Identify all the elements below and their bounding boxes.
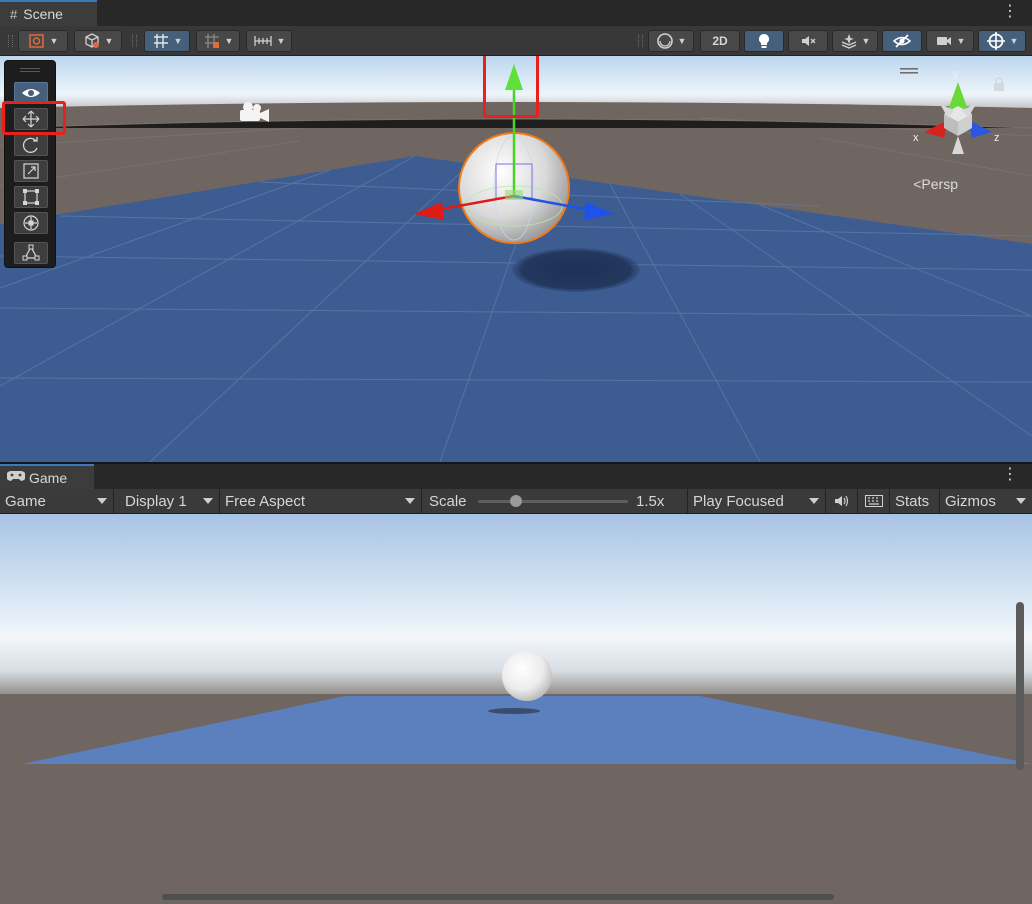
- shading-sphere-icon: [656, 33, 673, 49]
- camera-dropdown[interactable]: ▼: [926, 30, 974, 52]
- scale-tool[interactable]: [14, 160, 48, 182]
- rect-transform-icon: [23, 189, 39, 205]
- rotate-tool[interactable]: [14, 134, 48, 156]
- effects-dropdown[interactable]: ▼: [832, 30, 878, 52]
- game-toolbar: Game Display 1 Free Aspect Scale 1.5x Pl…: [0, 489, 1032, 514]
- toolbar-grip: [132, 35, 137, 47]
- rotate-icon: [22, 137, 38, 153]
- gizmo-y-label: y: [953, 68, 959, 80]
- game-view-select[interactable]: Game: [0, 489, 114, 513]
- chevron-down-icon: [97, 498, 107, 504]
- gizmos-label: Gizmos: [945, 492, 996, 510]
- transform-icon: [23, 215, 39, 231]
- effects-icon: [841, 34, 856, 49]
- mode-2d-button[interactable]: 2D: [700, 30, 740, 52]
- game-view-select-value: Game: [5, 492, 46, 510]
- scale-control: Scale 1.5x: [424, 489, 688, 513]
- gizmos-toggle[interactable]: Gizmos: [940, 489, 1032, 513]
- aspect-select[interactable]: Free Aspect: [220, 489, 422, 513]
- keyboard-icon: [864, 495, 883, 507]
- gamepad-icon: [6, 470, 26, 485]
- scene-more-menu-icon[interactable]: ⋮: [1002, 4, 1018, 20]
- toolbar-grip: [8, 35, 13, 47]
- custom-tool-icon: [22, 244, 40, 261]
- audio-toggle[interactable]: [788, 30, 828, 52]
- toolbar-grip: [638, 35, 643, 47]
- tab-scene[interactable]: # Scene: [0, 0, 97, 26]
- ruler-dropdown[interactable]: ▼: [246, 30, 292, 52]
- object-mode-dropdown[interactable]: ▼: [74, 30, 122, 52]
- eye-icon: [22, 89, 40, 97]
- sphere-shadow: [512, 248, 640, 292]
- chevron-down-icon: [1016, 498, 1026, 504]
- scene-toolbar: ▼ ▼ ▼ ▼ ▼ ▼ 2D ▼ ▼ ▼: [0, 26, 1032, 56]
- object-icon: [84, 33, 99, 48]
- move-tool-highlight: [2, 101, 66, 135]
- hash-icon: #: [10, 6, 18, 22]
- game-tab-bar: Game ⋮: [0, 464, 1032, 489]
- play-mode-select-value: Play Focused: [693, 492, 784, 510]
- tool-palette: [4, 60, 56, 268]
- lighting-toggle[interactable]: [744, 30, 784, 52]
- gizmo-icon: [986, 32, 1005, 50]
- scene-visibility-toggle[interactable]: [882, 30, 922, 52]
- chevron-down-icon: [809, 498, 819, 504]
- scene-tab-bar: # Scene ⋮: [0, 0, 1032, 26]
- y-axis-highlight: [483, 56, 539, 118]
- scale-slider-thumb[interactable]: [509, 495, 522, 507]
- scene-viewport[interactable]: y x z <Persp: [0, 56, 1032, 462]
- increment-snap-icon: [204, 34, 219, 48]
- mute-audio-toggle[interactable]: [826, 489, 858, 513]
- grid-snap-icon: [153, 34, 168, 48]
- tab-game-label: Game: [29, 469, 68, 486]
- projection-toggle[interactable]: <Persp: [913, 176, 958, 192]
- chevron-down-icon: [203, 498, 213, 504]
- speaker-icon: [834, 495, 848, 507]
- draw-mode-dropdown[interactable]: ▼: [18, 30, 68, 52]
- game-sphere: [502, 651, 552, 701]
- scale-icon: [23, 163, 39, 179]
- grid-snap-toggle[interactable]: ▼: [144, 30, 190, 52]
- tab-scene-label: Scene: [23, 6, 63, 22]
- increment-snap-dropdown[interactable]: ▼: [196, 30, 240, 52]
- display-select-value: Display 1: [125, 492, 187, 510]
- transform-tool[interactable]: [14, 212, 48, 234]
- chevron-down-icon: [405, 498, 415, 504]
- shading-mode-dropdown[interactable]: ▼: [648, 30, 694, 52]
- game-render: [0, 514, 1032, 904]
- scale-label: Scale: [429, 492, 467, 510]
- palette-grip: [20, 68, 40, 69]
- camera-icon: [936, 37, 951, 45]
- stats-label: Stats: [895, 492, 930, 510]
- draw-mode-icon: [28, 34, 44, 48]
- game-viewport[interactable]: [0, 514, 1032, 904]
- custom-tool[interactable]: [14, 242, 48, 264]
- tab-game[interactable]: Game: [0, 464, 94, 489]
- aspect-select-value: Free Aspect: [225, 492, 306, 510]
- scale-slider-track[interactable]: [478, 500, 628, 503]
- display-select[interactable]: Display 1: [120, 489, 220, 513]
- game-more-menu-icon[interactable]: ⋮: [1002, 467, 1018, 483]
- gizmo-x-label: x: [913, 132, 919, 144]
- gizmos-dropdown[interactable]: ▼: [978, 30, 1026, 52]
- scale-value: 1.5x: [636, 493, 665, 510]
- rect-tool[interactable]: [14, 186, 48, 208]
- lighting-icon: [759, 34, 769, 48]
- horizontal-scrollbar: [162, 894, 834, 900]
- ruler-icon: [253, 36, 272, 46]
- gizmo-z-label: z: [994, 132, 1000, 144]
- mode-2d-label: 2D: [712, 34, 728, 48]
- play-mode-select[interactable]: Play Focused: [688, 489, 826, 513]
- shortcuts-toggle[interactable]: [858, 489, 890, 513]
- palette-grip: [20, 71, 40, 72]
- vertical-scrollbar: [1016, 602, 1024, 770]
- game-sphere-shadow: [488, 708, 540, 714]
- stats-button[interactable]: Stats: [890, 489, 940, 513]
- audio-mute-icon: [802, 36, 816, 46]
- visibility-icon: [892, 34, 912, 48]
